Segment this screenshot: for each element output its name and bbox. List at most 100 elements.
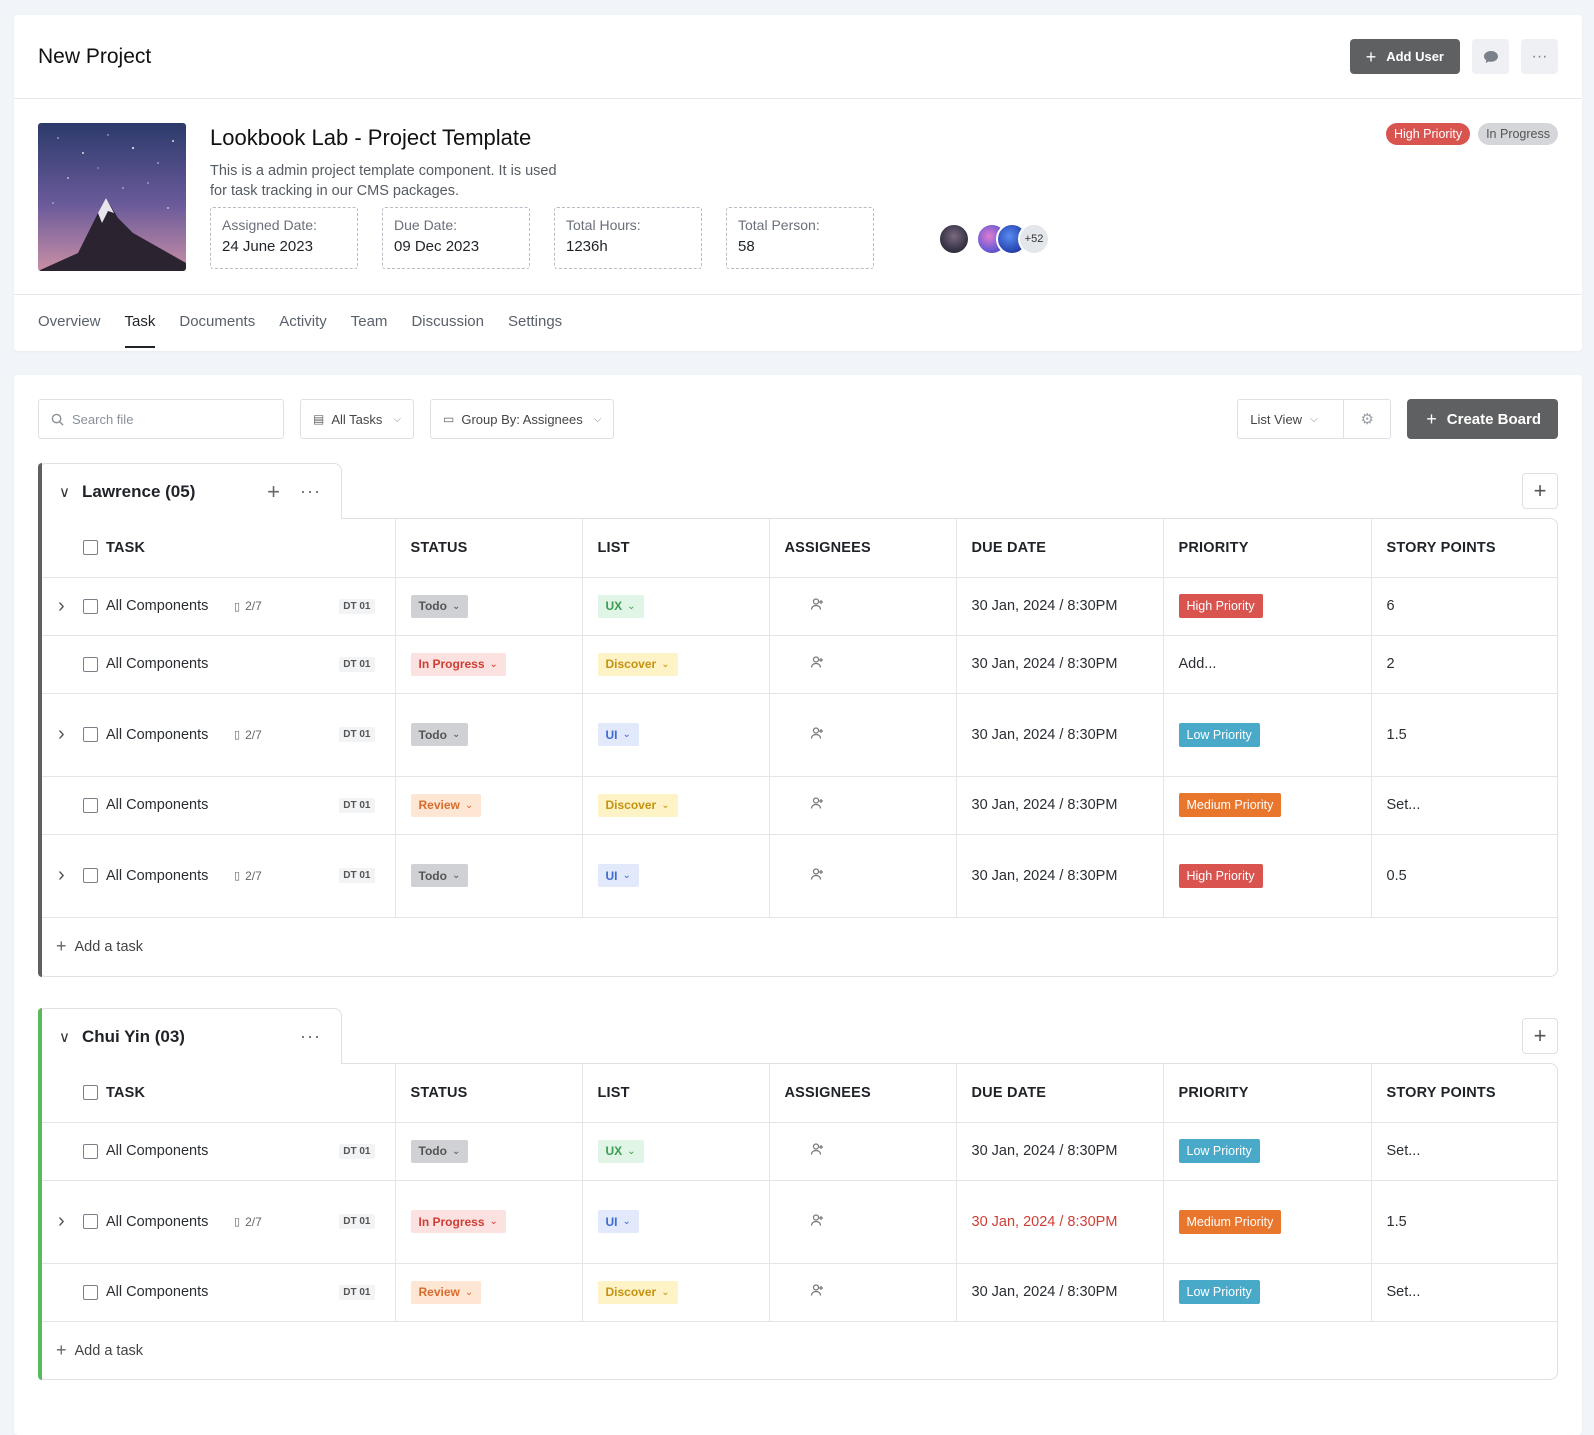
more-horizontal-icon[interactable]: ··· [300,481,321,502]
list-dropdown[interactable]: Discover ⌄ [597,1280,678,1304]
story-points-cell[interactable]: 1.5 [1371,693,1557,777]
chevron-right-icon[interactable]: › [58,595,80,618]
row-checkbox[interactable] [83,868,98,883]
add-column-button[interactable]: + [1522,1018,1558,1054]
task-name[interactable]: All Components [106,797,234,813]
select-all-checkbox[interactable] [83,1085,98,1101]
story-points-cell[interactable]: 1.5 [1371,1180,1557,1264]
due-date-cell[interactable]: 30 Jan, 2024 / 8:30PM [956,1263,1164,1322]
tab-task[interactable]: Task [124,295,155,349]
select-all-checkbox[interactable] [83,540,98,556]
more-options-button[interactable]: ··· [1521,39,1558,74]
create-board-button[interactable]: + Create Board [1407,399,1558,439]
search-input[interactable]: Search file [38,399,284,439]
tab-documents[interactable]: Documents [179,295,255,349]
row-checkbox[interactable] [83,598,98,614]
story-points-cell[interactable]: Set... [1371,1263,1557,1322]
status-dropdown[interactable]: In Progress ⌄ [410,1210,506,1233]
list-dropdown[interactable]: UI ⌄ [597,864,639,887]
status-dropdown[interactable]: Review ⌄ [410,1280,482,1304]
row-checkbox[interactable] [83,797,98,813]
chevron-down-icon[interactable]: ∨ [59,1028,70,1046]
add-assignee-icon[interactable] [810,1284,824,1300]
priority-cell[interactable]: High Priority [1163,577,1372,636]
add-column-button[interactable]: + [1522,473,1558,509]
tab-settings[interactable]: Settings [508,295,562,349]
due-date-cell[interactable]: 30 Jan, 2024 / 8:30PM [956,1122,1164,1181]
add-assignee-icon[interactable] [810,1143,824,1159]
task-name[interactable]: All Components [106,727,234,743]
list-dropdown[interactable]: UX ⌄ [597,1139,644,1163]
chevron-right-icon[interactable]: › [58,723,80,746]
story-points-cell[interactable]: Set... [1371,1122,1557,1181]
row-checkbox[interactable] [83,656,98,672]
task-name[interactable]: All Components [106,1284,234,1300]
add-task-button[interactable]: + Add a task [39,1322,1557,1380]
status-dropdown[interactable]: Todo ⌄ [410,864,469,887]
priority-badge[interactable]: High Priority [1178,863,1263,888]
chevron-right-icon[interactable]: › [58,1210,80,1233]
task-name[interactable]: All Components [106,1214,234,1230]
list-dropdown[interactable]: Discover ⌄ [597,652,678,676]
add-assignee-icon[interactable] [810,598,824,614]
row-checkbox[interactable] [83,1143,98,1159]
add-user-button[interactable]: + Add User [1349,39,1460,74]
add-assignee-icon[interactable] [810,726,824,743]
due-date-cell[interactable]: 30 Jan, 2024 / 8:30PM [956,693,1164,777]
story-points-cell[interactable]: 6 [1371,577,1557,636]
view-dropdown[interactable]: List View ⌵ [1238,400,1345,438]
priority-placeholder[interactable]: Add... [1179,656,1217,672]
priority-cell[interactable]: Low Priority [1163,1263,1372,1322]
due-date-cell[interactable]: 30 Jan, 2024 / 8:30PM [956,577,1164,636]
priority-badge[interactable]: Low Priority [1178,722,1260,747]
avatar[interactable] [938,223,970,255]
list-dropdown[interactable]: UX ⌄ [597,594,644,618]
more-horizontal-icon[interactable]: ··· [300,1026,321,1047]
chat-button[interactable] [1472,39,1509,74]
row-checkbox[interactable] [83,1214,98,1229]
priority-cell[interactable]: Low Priority [1163,1122,1372,1181]
task-name[interactable]: All Components [106,656,234,672]
priority-badge[interactable]: Medium Priority [1178,1209,1282,1234]
due-date-cell[interactable]: 30 Jan, 2024 / 8:30PM [956,776,1164,835]
status-dropdown[interactable]: Todo ⌄ [410,594,469,618]
status-dropdown[interactable]: In Progress ⌄ [410,652,506,676]
due-date-cell[interactable]: 30 Jan, 2024 / 8:30PM [956,635,1164,694]
add-assignee-icon[interactable] [810,656,824,672]
add-task-icon[interactable]: + [267,479,280,505]
priority-cell[interactable]: Medium Priority [1163,776,1372,835]
team-avatars[interactable]: +52 [938,223,1050,255]
chevron-down-icon[interactable]: ∨ [59,483,70,501]
story-points-cell[interactable]: Set... [1371,776,1557,835]
list-dropdown[interactable]: Discover ⌄ [597,793,678,817]
story-points-cell[interactable]: 0.5 [1371,834,1557,918]
tab-team[interactable]: Team [351,295,388,349]
priority-badge[interactable]: Low Priority [1178,1280,1260,1304]
story-points-cell[interactable]: 2 [1371,635,1557,694]
filter-dropdown[interactable]: ▤ All Tasks ⌵ [300,399,414,439]
list-dropdown[interactable]: UI ⌄ [597,1210,639,1233]
list-dropdown[interactable]: UI ⌄ [597,723,639,746]
task-name[interactable]: All Components [106,598,234,614]
add-assignee-icon[interactable] [810,867,824,884]
status-dropdown[interactable]: Todo ⌄ [410,723,469,746]
status-dropdown[interactable]: Review ⌄ [410,793,482,817]
status-dropdown[interactable]: Todo ⌄ [410,1139,469,1163]
priority-cell[interactable]: Medium Priority [1163,1180,1372,1264]
priority-cell[interactable]: Low Priority [1163,693,1372,777]
priority-badge[interactable]: Medium Priority [1178,793,1282,817]
add-assignee-icon[interactable] [810,1213,824,1230]
priority-cell[interactable]: High Priority [1163,834,1372,918]
tab-activity[interactable]: Activity [279,295,327,349]
priority-badge[interactable]: High Priority [1178,594,1263,618]
priority-cell[interactable]: Add... [1163,635,1372,694]
row-checkbox[interactable] [83,1284,98,1300]
priority-badge[interactable]: Low Priority [1178,1139,1260,1163]
avatars-more-count[interactable]: +52 [1018,223,1050,255]
tab-discussion[interactable]: Discussion [411,295,484,349]
tab-overview[interactable]: Overview [38,295,101,349]
add-task-button[interactable]: + Add a task [39,918,1557,976]
group-by-dropdown[interactable]: ▭ Group By: Assignees ⌵ [430,399,615,439]
task-name[interactable]: All Components [106,868,234,884]
chevron-right-icon[interactable]: › [58,864,80,887]
